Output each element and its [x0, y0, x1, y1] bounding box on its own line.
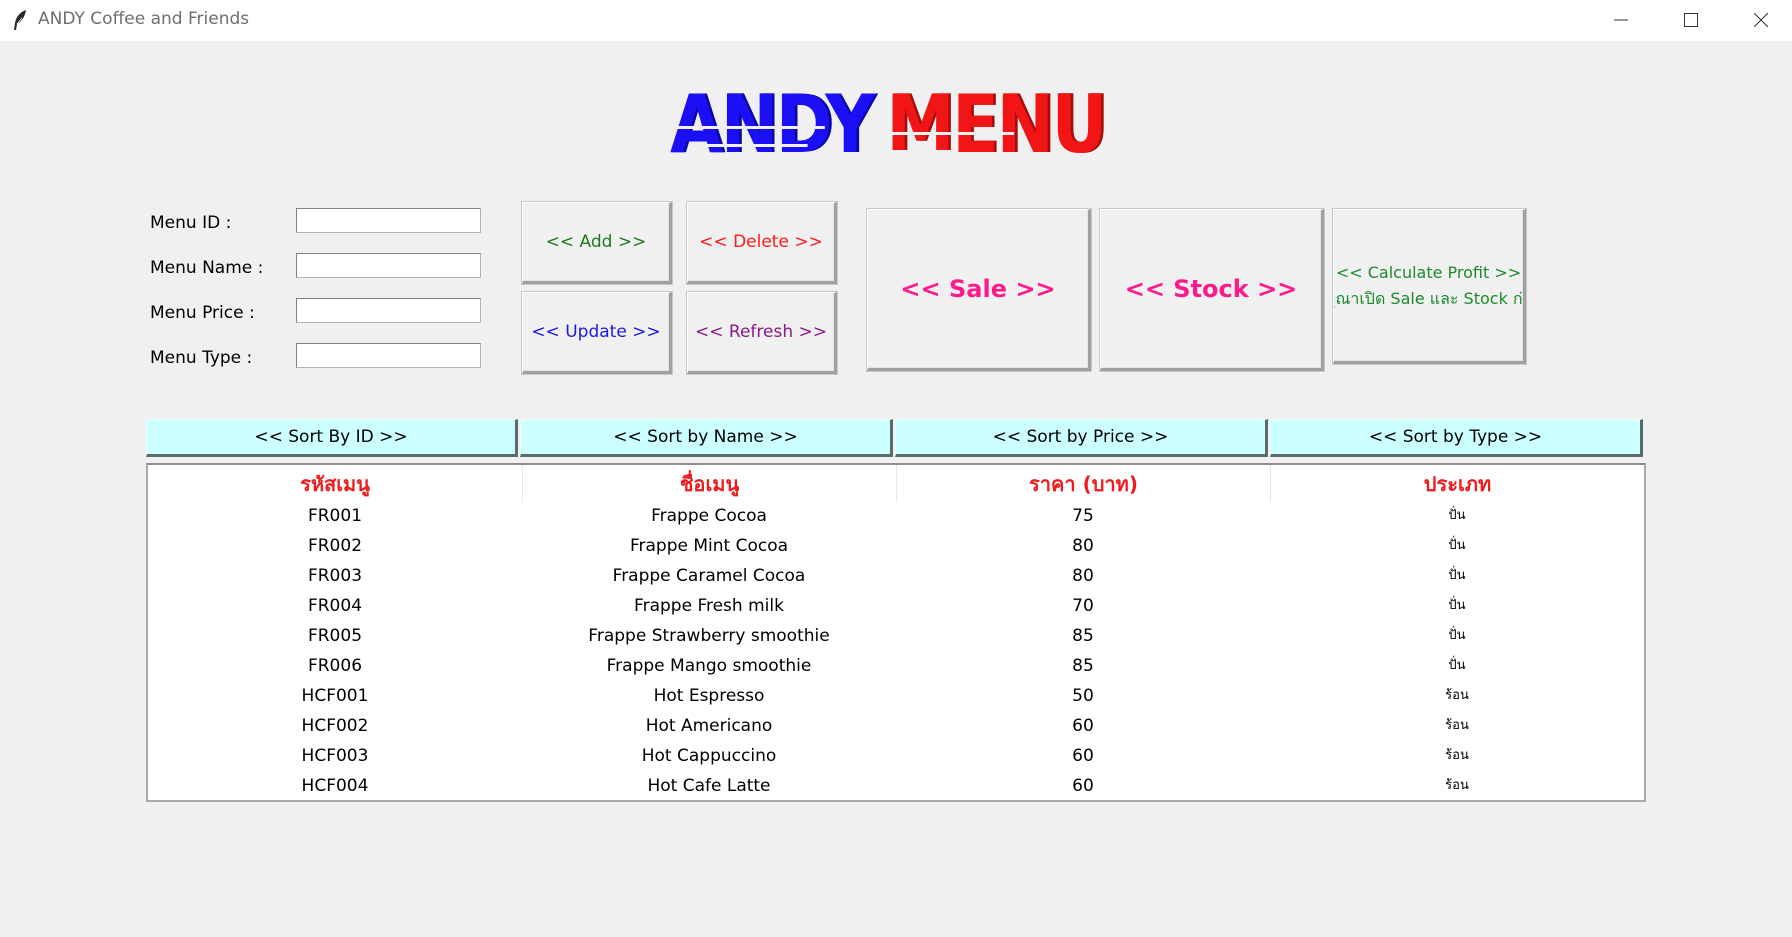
logo-menu-text: MENU	[886, 78, 1107, 171]
logo-andy-text: ANDY	[670, 78, 875, 171]
feather-icon	[12, 9, 28, 31]
cell-type: ปั่น	[1448, 628, 1466, 643]
cell-menu-name: Frappe Caramel Cocoa	[612, 566, 806, 586]
table-row[interactable]: HCF002 Hot Americano 60 ร้อน	[148, 711, 1644, 741]
cell-menu-id: HCF004	[301, 776, 369, 796]
sale-button[interactable]: << Sale >>	[867, 209, 1091, 371]
cell-menu-id: FR001	[307, 506, 363, 526]
cell-price: 80	[1072, 566, 1094, 586]
menu-id-label: Menu ID :	[150, 213, 232, 233]
menu-name-label: Menu Name :	[150, 258, 264, 278]
cell-price: 60	[1072, 746, 1094, 766]
update-button[interactable]: << Update >>	[522, 292, 672, 374]
table-header: รหัสเมนู ชื่อเมนู ราคา (บาท) ประเภท	[148, 465, 1644, 502]
minimize-button[interactable]	[1586, 0, 1656, 41]
window-title: ANDY Coffee and Friends	[38, 9, 250, 29]
table-row[interactable]: HCF003 Hot Cappuccino 60 ร้อน	[148, 741, 1644, 771]
cell-type: ปั่น	[1448, 658, 1466, 673]
cell-menu-id: HCF003	[301, 746, 369, 766]
cell-type: ปั่น	[1448, 568, 1466, 583]
logo-glitch-line	[670, 126, 825, 129]
cell-menu-id: HCF002	[301, 716, 369, 736]
calculate-profit-label: << Calculate Profit >>	[1335, 262, 1522, 282]
cell-menu-name: Frappe Strawberry smoothie	[588, 626, 830, 646]
menu-price-field[interactable]	[296, 298, 481, 323]
cell-price: 80	[1072, 536, 1094, 556]
cell-menu-id: FR002	[307, 536, 363, 556]
minimize-icon	[1614, 19, 1628, 21]
cell-menu-name: Frappe Mango smoothie	[606, 656, 812, 676]
cell-menu-name: Hot Cappuccino	[641, 746, 777, 766]
cell-price: 85	[1072, 626, 1094, 646]
cell-menu-id: FR004	[307, 596, 363, 616]
logo-glitch-line	[885, 132, 1014, 135]
table-row[interactable]: FR002 Frappe Mint Cocoa 80 ปั่น	[148, 531, 1644, 561]
table-row[interactable]: HCF004 Hot Cafe Latte 60 ร้อน	[148, 771, 1644, 801]
cell-menu-name: Hot Americano	[645, 716, 773, 736]
cell-menu-id: HCF001	[301, 686, 369, 706]
andy-menu-logo: ANDY MENU	[670, 78, 1107, 171]
cell-price: 70	[1072, 596, 1094, 616]
menu-type-field[interactable]	[296, 343, 481, 368]
cell-menu-name: Frappe Cocoa	[651, 506, 767, 526]
header-price[interactable]: ราคา (บาท)	[896, 465, 1270, 502]
cell-menu-id: FR006	[307, 656, 363, 676]
cell-type: ร้อน	[1445, 688, 1469, 703]
table-row[interactable]: FR006 Frappe Mango smoothie 85 ปั่น	[148, 651, 1644, 681]
menu-price-label: Menu Price :	[150, 303, 255, 323]
cell-type: ร้อน	[1445, 778, 1469, 793]
add-button[interactable]: << Add >>	[522, 202, 672, 284]
cell-menu-name: Hot Espresso	[653, 686, 765, 706]
table-row[interactable]: HCF001 Hot Espresso 50 ร้อน	[148, 681, 1644, 711]
window-titlebar: ANDY Coffee and Friends	[0, 0, 1792, 41]
cell-menu-name: Frappe Mint Cocoa	[629, 536, 789, 556]
logo-glitch-line	[704, 144, 808, 147]
cell-type: ปั่น	[1448, 598, 1466, 613]
menu-id-field[interactable]	[296, 208, 481, 233]
menu-name-field[interactable]	[296, 253, 481, 278]
cell-price: 85	[1072, 656, 1094, 676]
sort-by-type-button[interactable]: << Sort by Type >>	[1270, 419, 1643, 457]
maximize-icon	[1684, 13, 1698, 27]
cell-type: ปั่น	[1448, 508, 1466, 523]
table-row[interactable]: FR001 Frappe Cocoa 75 ปั่น	[148, 501, 1644, 531]
cell-menu-name: Hot Cafe Latte	[647, 776, 771, 796]
cell-price: 60	[1072, 776, 1094, 796]
cell-price: 50	[1072, 686, 1094, 706]
menu-table[interactable]: รหัสเมนู ชื่อเมนู ราคา (บาท) ประเภท FR00…	[146, 463, 1646, 802]
stock-button[interactable]: << Stock >>	[1100, 209, 1324, 371]
maximize-button[interactable]	[1656, 0, 1726, 41]
close-button[interactable]	[1726, 0, 1792, 41]
header-menu-name[interactable]: ชื่อเมนู	[522, 465, 896, 502]
cell-type: ปั่น	[1448, 538, 1466, 553]
calculate-profit-button[interactable]: << Calculate Profit >> คุณาเปิด Sale และ…	[1333, 209, 1526, 364]
menu-type-label: Menu Type :	[150, 348, 253, 368]
cell-price: 75	[1072, 506, 1094, 526]
header-menu-id[interactable]: รหัสเมนู	[148, 465, 522, 502]
cell-type: ร้อน	[1445, 748, 1469, 763]
table-row[interactable]: FR005 Frappe Strawberry smoothie 85 ปั่น	[148, 621, 1644, 651]
cell-menu-name: Frappe Fresh milk	[634, 596, 784, 616]
calculate-profit-hint: คุณาเปิด Sale และ Stock ก่อ	[1333, 288, 1526, 308]
table-row[interactable]: FR003 Frappe Caramel Cocoa 80 ปั่น	[148, 561, 1644, 591]
delete-button[interactable]: << Delete >>	[687, 202, 837, 284]
sort-by-id-button[interactable]: << Sort By ID >>	[146, 419, 518, 457]
sort-by-name-button[interactable]: << Sort by Name >>	[520, 419, 893, 457]
cell-menu-id: FR003	[307, 566, 363, 586]
table-row[interactable]: FR004 Frappe Fresh milk 70 ปั่น	[148, 591, 1644, 621]
cell-menu-id: FR005	[307, 626, 363, 646]
logo-glitch-line	[867, 150, 954, 153]
refresh-button[interactable]: << Refresh >>	[687, 292, 837, 374]
sort-by-price-button[interactable]: << Sort by Price >>	[895, 419, 1268, 457]
cell-type: ร้อน	[1445, 718, 1469, 733]
close-icon	[1754, 13, 1768, 27]
header-type[interactable]: ประเภท	[1270, 465, 1644, 502]
cell-price: 60	[1072, 716, 1094, 736]
table-body: FR001 Frappe Cocoa 75 ปั่น FR002 Frappe …	[148, 501, 1644, 801]
